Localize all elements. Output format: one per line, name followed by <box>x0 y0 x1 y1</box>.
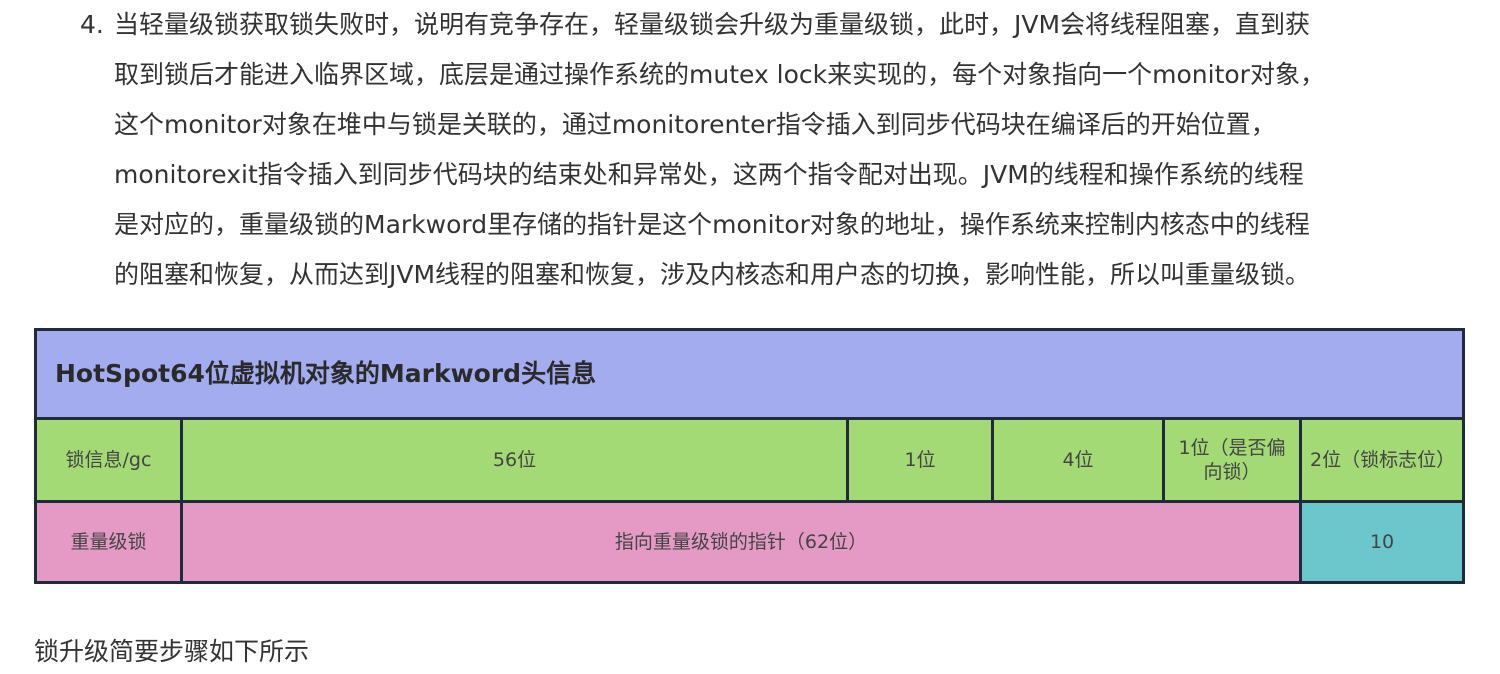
markword-table: HotSpot64位虚拟机对象的Markword头信息 锁信息/gc 56位 1… <box>33 328 1466 584</box>
heavy-lock-label: 重量级锁 <box>34 500 183 584</box>
table-row-heavyweight-lock: 重量级锁 指向重量级锁的指针（62位） 10 <box>34 500 1466 584</box>
table-title-row: HotSpot64位虚拟机对象的Markword头信息 <box>33 328 1466 420</box>
header-cell-56bit: 56位 <box>180 417 849 503</box>
table-header-row: 锁信息/gc 56位 1位 4位 1位（是否偏向锁） 2位（锁标志位） <box>34 417 1466 503</box>
paragraph-line: 当轻量级锁获取锁失败时，说明有竞争存在，轻量级锁会升级为重量级锁，此时，JVM会… <box>114 10 1311 39</box>
heavy-lock-pointer-cell: 指向重量级锁的指针（62位） <box>180 500 1302 584</box>
header-cell-lock-flag: 2位（锁标志位） <box>1298 417 1466 503</box>
header-cell-1bit: 1位 <box>846 417 994 503</box>
list-number: 4. <box>80 10 104 39</box>
paragraph-line: monitorexit指令插入到同步代码块的结束处和异常处，这两个指令配对出现。… <box>114 160 1304 189</box>
paragraph-line: 这个monitor对象在堆中与锁是关联的，通过monitorenter指令插入到… <box>114 110 1276 139</box>
header-cell-biased-bit: 1位（是否偏向锁） <box>1162 417 1302 503</box>
heavy-lock-flag-cell: 10 <box>1298 500 1466 584</box>
header-cell-lock-info: 锁信息/gc <box>34 417 183 503</box>
paragraph-line: 取到锁后才能进入临界区域，底层是通过操作系统的mutex lock来实现的，每个… <box>114 60 1325 89</box>
list-item-text: 当轻量级锁获取锁失败时，说明有竞争存在，轻量级锁会升级为重量级锁，此时，JVM会… <box>114 0 1480 300</box>
header-cell-4bit: 4位 <box>991 417 1165 503</box>
table-title: HotSpot64位虚拟机对象的Markword头信息 <box>33 328 1466 420</box>
section-intro-text: 锁升级简要步骤如下所示 <box>34 637 310 666</box>
paragraph-line: 的阻塞和恢复，从而达到JVM线程的阻塞和恢复，涉及内核态和用户态的切换，影响性能… <box>114 260 1311 289</box>
paragraph-line: 是对应的，重量级锁的Markword里存储的指针是这个monitor对象的地址，… <box>114 210 1310 239</box>
